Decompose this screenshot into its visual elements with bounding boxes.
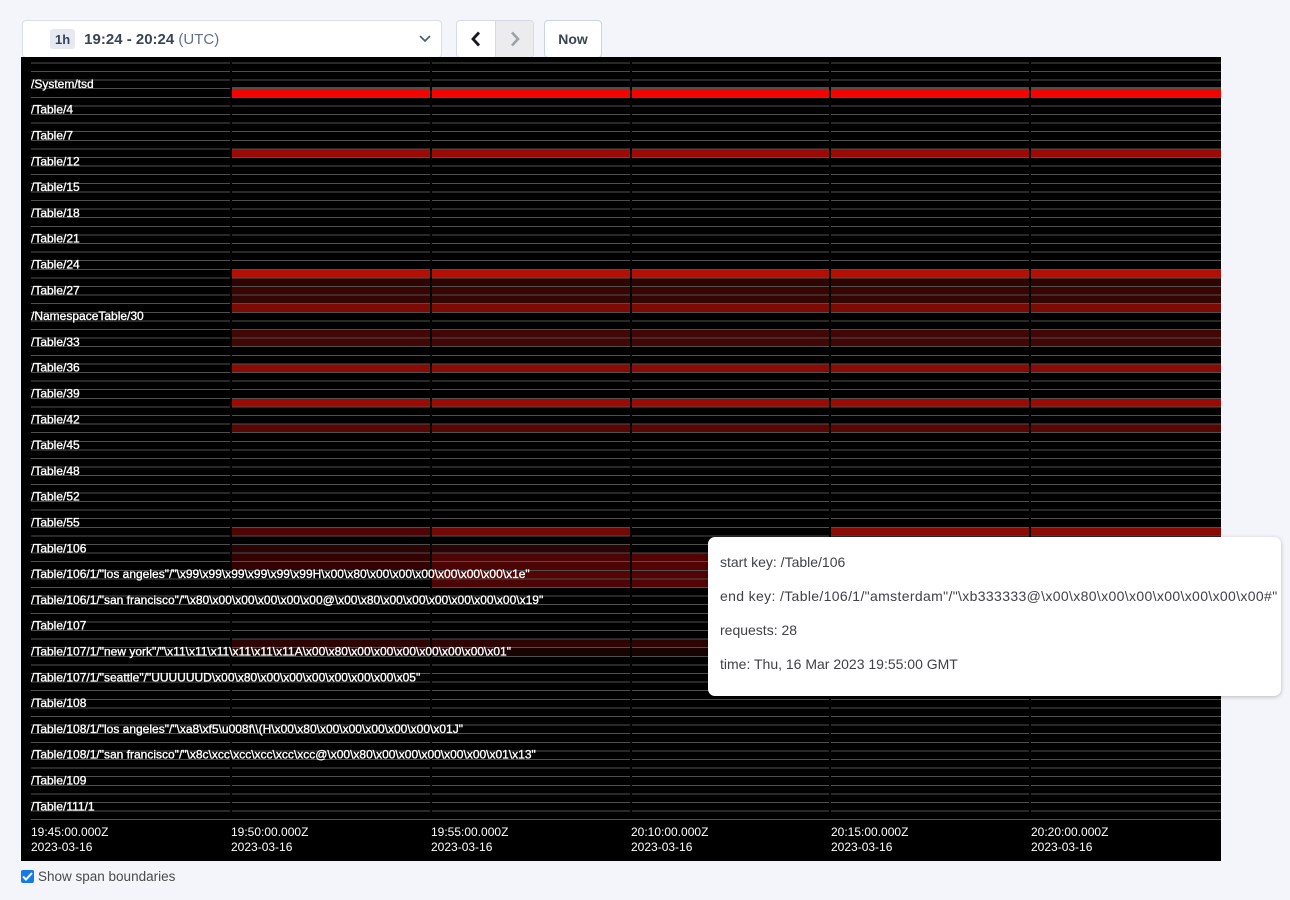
svg-text:20:15:00.000Z: 20:15:00.000Z [831, 825, 908, 839]
svg-text:/Table/33: /Table/33 [31, 335, 80, 349]
svg-text:/Table/108/1/"los angeles"/"\x: /Table/108/1/"los angeles"/"\xa8\xf5\u00… [31, 722, 463, 736]
svg-text:/Table/106: /Table/106 [31, 541, 87, 555]
svg-text:/Table/15: /Table/15 [31, 180, 80, 194]
svg-text:19:55:00.000Z: 19:55:00.000Z [431, 825, 508, 839]
svg-text:20:10:00.000Z: 20:10:00.000Z [631, 825, 708, 839]
svg-text:/Table/108: /Table/108 [31, 696, 87, 710]
svg-text:/Table/107: /Table/107 [31, 619, 87, 633]
svg-text:/Table/108/1/"san francisco"/": /Table/108/1/"san francisco"/"\x8c\xcc\x… [31, 748, 536, 762]
svg-text:/Table/109: /Table/109 [31, 774, 87, 788]
svg-text:/Table/107/1/"new york"/"\x11\: /Table/107/1/"new york"/"\x11\x11\x11\x1… [31, 645, 511, 659]
svg-text:/Table/42: /Table/42 [31, 412, 80, 426]
svg-text:2023-03-16: 2023-03-16 [231, 840, 293, 854]
svg-text:/Table/36: /Table/36 [31, 361, 80, 375]
svg-text:19:50:00.000Z: 19:50:00.000Z [231, 825, 308, 839]
svg-text:/Table/39: /Table/39 [31, 387, 80, 401]
svg-text:/Table/27: /Table/27 [31, 283, 80, 297]
svg-text:/Table/106/1/"san francisco"/": /Table/106/1/"san francisco"/"\x80\x00\x… [31, 593, 543, 607]
svg-text:2023-03-16: 2023-03-16 [631, 840, 693, 854]
svg-text:2023-03-16: 2023-03-16 [431, 840, 493, 854]
svg-text:/Table/7: /Table/7 [31, 129, 73, 143]
svg-text:19:45:00.000Z: 19:45:00.000Z [31, 825, 108, 839]
svg-text:/Table/12: /Table/12 [31, 154, 80, 168]
svg-text:/Table/21: /Table/21 [31, 232, 80, 246]
svg-text:/NamespaceTable/30: /NamespaceTable/30 [31, 309, 144, 323]
svg-text:/Table/18: /Table/18 [31, 206, 80, 220]
svg-text:/Table/106/1/"los angeles"/"\x: /Table/106/1/"los angeles"/"\x99\x99\x99… [31, 567, 530, 581]
svg-text:/Table/55: /Table/55 [31, 516, 80, 530]
svg-text:20:20:00.000Z: 20:20:00.000Z [1031, 825, 1108, 839]
svg-text:/System/tsd: /System/tsd [31, 77, 94, 91]
svg-text:/Table/52: /Table/52 [31, 490, 80, 504]
svg-text:2023-03-16: 2023-03-16 [1031, 840, 1093, 854]
svg-text:/Table/45: /Table/45 [31, 438, 80, 452]
svg-text:/Table/107/1/"seattle"/"UUUUUU: /Table/107/1/"seattle"/"UUUUUUD\x00\x80\… [31, 670, 420, 684]
svg-text:/Table/4: /Table/4 [31, 103, 73, 117]
svg-text:/Table/48: /Table/48 [31, 464, 80, 478]
svg-text:2023-03-16: 2023-03-16 [31, 840, 93, 854]
svg-text:2023-03-16: 2023-03-16 [831, 840, 893, 854]
svg-text:/Table/111/1: /Table/111/1 [31, 799, 95, 813]
svg-text:/Table/24: /Table/24 [31, 258, 80, 272]
